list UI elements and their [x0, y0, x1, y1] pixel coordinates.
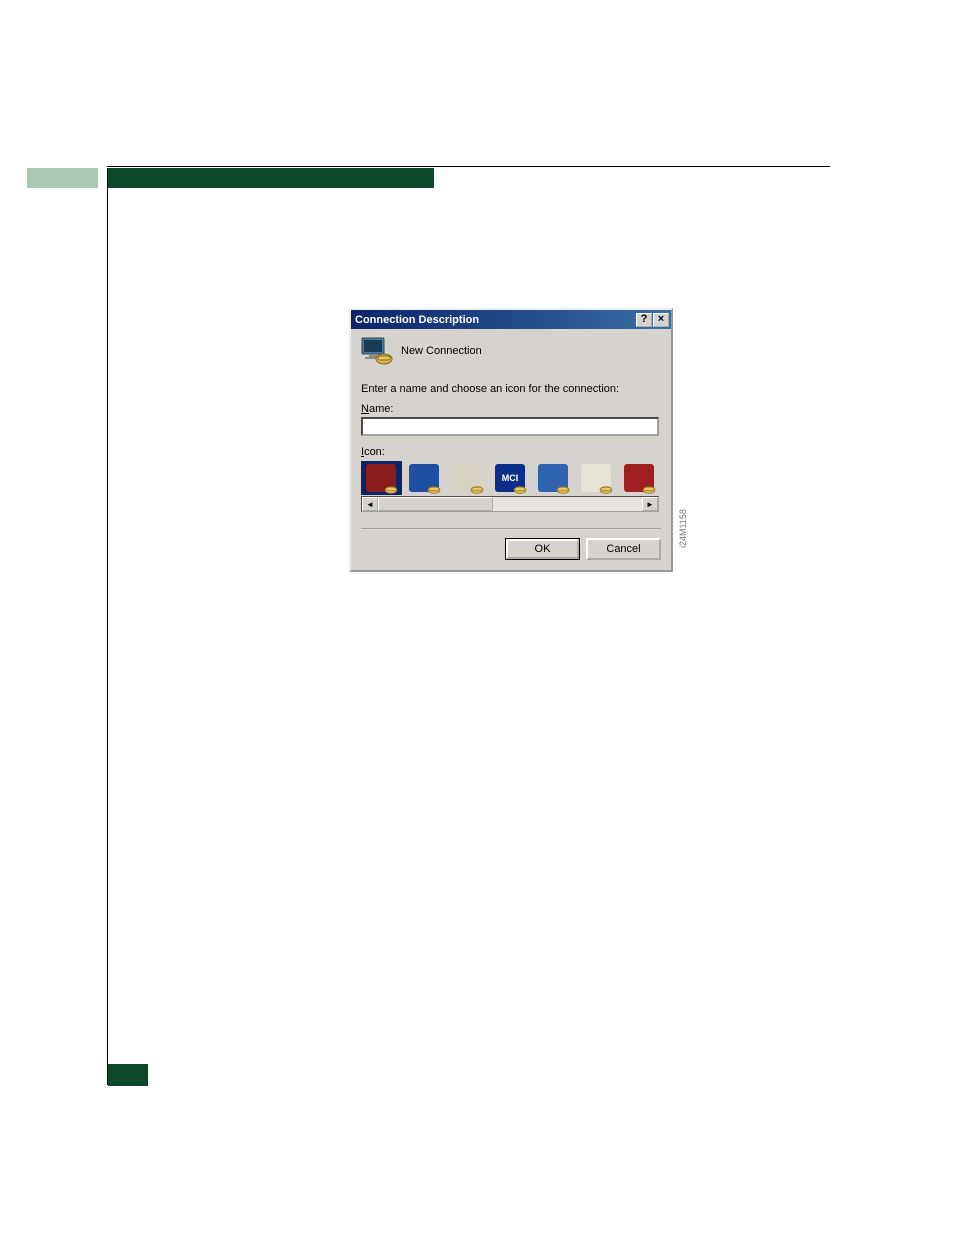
help-icon: ? — [641, 314, 648, 325]
icon-att-globe-swatch — [409, 464, 439, 492]
icon-red-umbrella-swatch — [624, 464, 654, 492]
cancel-button[interactable]: Cancel — [586, 538, 661, 560]
left-pale-tab — [27, 168, 98, 188]
icon-red-globe-swatch — [366, 464, 396, 492]
icon-red-umbrella[interactable] — [618, 461, 659, 495]
phone-icon — [556, 484, 570, 494]
phone-icon — [513, 484, 527, 494]
section-header-bar — [107, 168, 434, 188]
icon-label-rest: con: — [364, 446, 385, 458]
icon-label: Icon: — [361, 446, 661, 458]
new-connection-row: New Connection — [361, 337, 661, 365]
scroll-thumb[interactable] — [378, 497, 493, 511]
button-row: OK Cancel — [361, 538, 661, 560]
dialog-title: Connection Description — [355, 314, 636, 326]
top-horizontal-rule — [107, 166, 830, 167]
close-button[interactable]: × — [653, 313, 669, 327]
dialog-divider — [361, 528, 661, 530]
icon-att-globe[interactable] — [404, 461, 445, 495]
icon-ge-circle[interactable] — [532, 461, 573, 495]
icon-row: MCI — [361, 460, 659, 496]
icon-news-mail[interactable] — [447, 461, 488, 495]
new-connection-label: New Connection — [401, 345, 482, 357]
new-connection-icon — [361, 337, 393, 365]
icon-mci-swatch: MCI — [495, 464, 525, 492]
titlebar-buttons: ? × — [636, 313, 669, 327]
icon-scrollbar: ◄ ► — [361, 496, 659, 512]
phone-icon — [470, 484, 484, 494]
name-label-rest: ame: — [369, 403, 393, 415]
scroll-right-button[interactable]: ► — [642, 497, 658, 511]
name-label: Name: — [361, 403, 661, 415]
phone-icon — [427, 484, 441, 494]
ok-button-label: OK — [506, 539, 579, 559]
dialog-titlebar: Connection Description ? × — [351, 310, 671, 329]
scroll-track[interactable] — [378, 497, 642, 511]
chevron-left-icon: ◄ — [366, 500, 374, 509]
phone-icon — [642, 484, 656, 494]
scroll-left-button[interactable]: ◄ — [362, 497, 378, 511]
vertical-rule — [107, 168, 108, 1085]
phone-icon — [384, 484, 398, 494]
icon-picker: MCI ◄ ► — [361, 460, 659, 512]
connection-description-dialog: Connection Description ? × New — [349, 308, 673, 572]
icon-document-swatch — [581, 464, 611, 492]
prompt-text: Enter a name and choose an icon for the … — [361, 383, 661, 395]
icon-mci[interactable]: MCI — [490, 461, 531, 495]
dialog-body: New Connection Enter a name and choose a… — [351, 329, 671, 570]
icon-red-globe[interactable] — [361, 461, 402, 495]
icon-news-mail-swatch — [452, 464, 482, 492]
icon-document[interactable] — [575, 461, 616, 495]
name-label-hotkey: N — [361, 403, 369, 415]
name-input[interactable] — [361, 417, 659, 436]
figure-id-text: i24M1158 — [678, 509, 688, 548]
page-number-block — [108, 1064, 148, 1086]
icon-ge-circle-swatch — [538, 464, 568, 492]
help-button[interactable]: ? — [636, 313, 652, 327]
phone-icon — [599, 484, 613, 494]
ok-button[interactable]: OK — [505, 538, 580, 560]
close-icon: × — [658, 314, 664, 325]
chevron-right-icon: ► — [646, 500, 654, 509]
